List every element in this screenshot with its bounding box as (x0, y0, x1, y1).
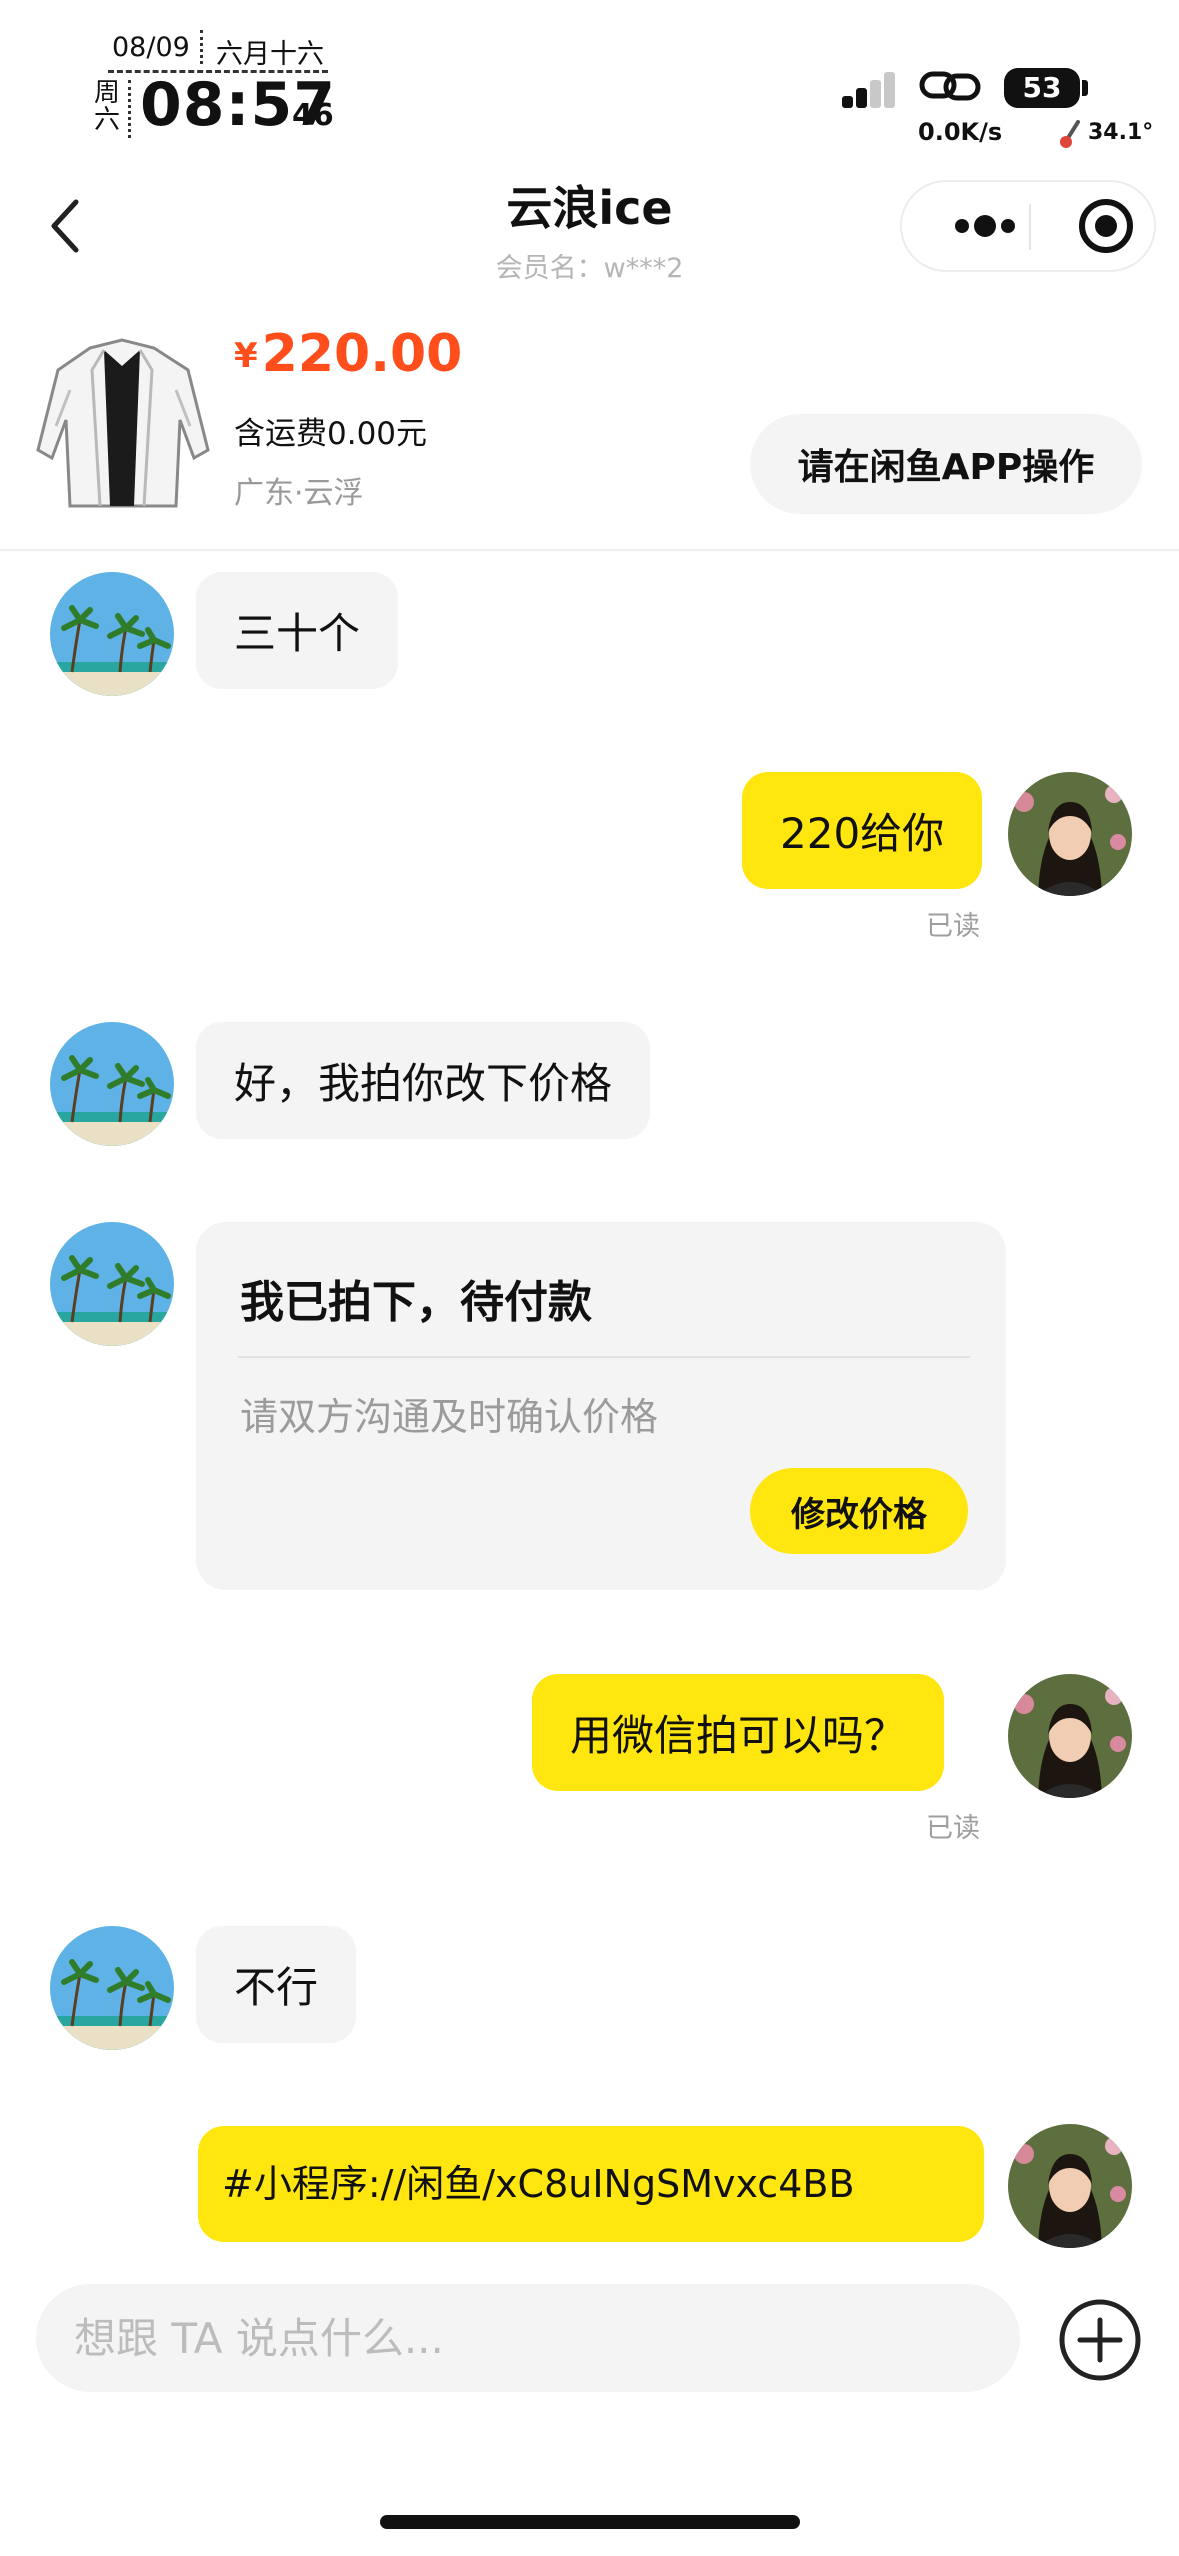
status-lunar-date: 六月十六 (216, 39, 324, 70)
thermometer-icon (1060, 120, 1080, 148)
message-bubble-out[interactable]: 220给你 (742, 772, 983, 889)
status-date: 08/09 六月十六 (108, 30, 328, 73)
open-app-button[interactable]: 请在闲鱼APP操作 (750, 414, 1142, 514)
battery-level: 53 (1004, 68, 1080, 108)
message-text: 用微信拍可以吗？ (570, 1711, 907, 1760)
read-status: 已读 (926, 1813, 980, 1844)
message-bubble-in[interactable]: 三十个 (196, 572, 399, 689)
shipping-info: 含运费0.00元 (234, 416, 428, 452)
status-weekday-separator (128, 80, 131, 138)
plus-circle-icon[interactable] (1056, 2296, 1144, 2384)
status-seconds: 46 (292, 98, 334, 133)
message-bubble-out[interactable]: 用微信拍可以吗？ (532, 1674, 945, 1791)
signal-icon (842, 72, 895, 108)
seller-avatar[interactable] (50, 1222, 174, 1346)
price-currency: ¥ (234, 336, 258, 376)
header-divider (0, 549, 1179, 551)
chat-screen: 08/09 六月十六 周六 08:57 46 53 0.0K/s 34.1° 云… (0, 0, 1179, 2556)
seller-avatar[interactable] (50, 1022, 174, 1146)
my-avatar[interactable] (1008, 772, 1132, 896)
status-date-text: 08/09 (112, 32, 190, 63)
seller-avatar[interactable] (50, 572, 174, 696)
message-input[interactable] (36, 2284, 1020, 2392)
my-avatar[interactable] (1008, 1674, 1132, 1798)
message-text: 三十个 (234, 609, 361, 658)
product-location: 广东·云浮 (234, 476, 364, 511)
order-card-divider (238, 1356, 970, 1358)
status-weekday: 周六 (93, 78, 120, 135)
order-card-subtitle: 请双方沟通及时确认价格 (240, 1395, 659, 1439)
miniprogram-capsule (900, 180, 1156, 272)
message-bubble-out[interactable]: #小程序://闲鱼/xC8uINgSMvxc4BB (198, 2126, 984, 2242)
home-indicator[interactable] (380, 2515, 800, 2529)
network-speed: 0.0K/s (918, 118, 1003, 146)
my-avatar[interactable] (1008, 2124, 1132, 2248)
temperature: 34.1° (1088, 120, 1154, 145)
status-date-separator (200, 30, 203, 64)
message-text: 不行 (234, 1963, 319, 2012)
product-price: ¥220.00 (234, 324, 462, 384)
more-dots-icon[interactable] (940, 182, 1050, 270)
miniprogram-link-text[interactable]: #小程序://闲鱼/xC8uINgSMvxc4BB (222, 2162, 855, 2206)
message-text: 好，我拍你改下价格 (234, 1059, 613, 1108)
read-status: 已读 (926, 911, 980, 942)
price-value: 220.00 (261, 324, 463, 384)
message-bubble-in[interactable]: 好，我拍你改下价格 (196, 1022, 651, 1139)
product-jacket-image[interactable] (30, 330, 216, 516)
message-input-wrapper (36, 2284, 1020, 2392)
order-status-card[interactable]: 我已拍下，待付款 请双方沟通及时确认价格 修改价格 (196, 1222, 1006, 1590)
link-icon (919, 71, 981, 101)
close-target-icon[interactable] (1068, 182, 1158, 270)
message-text: 220给你 (780, 809, 945, 858)
capsule-divider (1029, 204, 1031, 250)
modify-price-button[interactable]: 修改价格 (750, 1468, 968, 1554)
seller-avatar[interactable] (50, 1926, 174, 2050)
message-bubble-in[interactable]: 不行 (196, 1926, 357, 2043)
order-card-title: 我已拍下，待付款 (240, 1277, 592, 1328)
battery-tip (1082, 80, 1088, 96)
